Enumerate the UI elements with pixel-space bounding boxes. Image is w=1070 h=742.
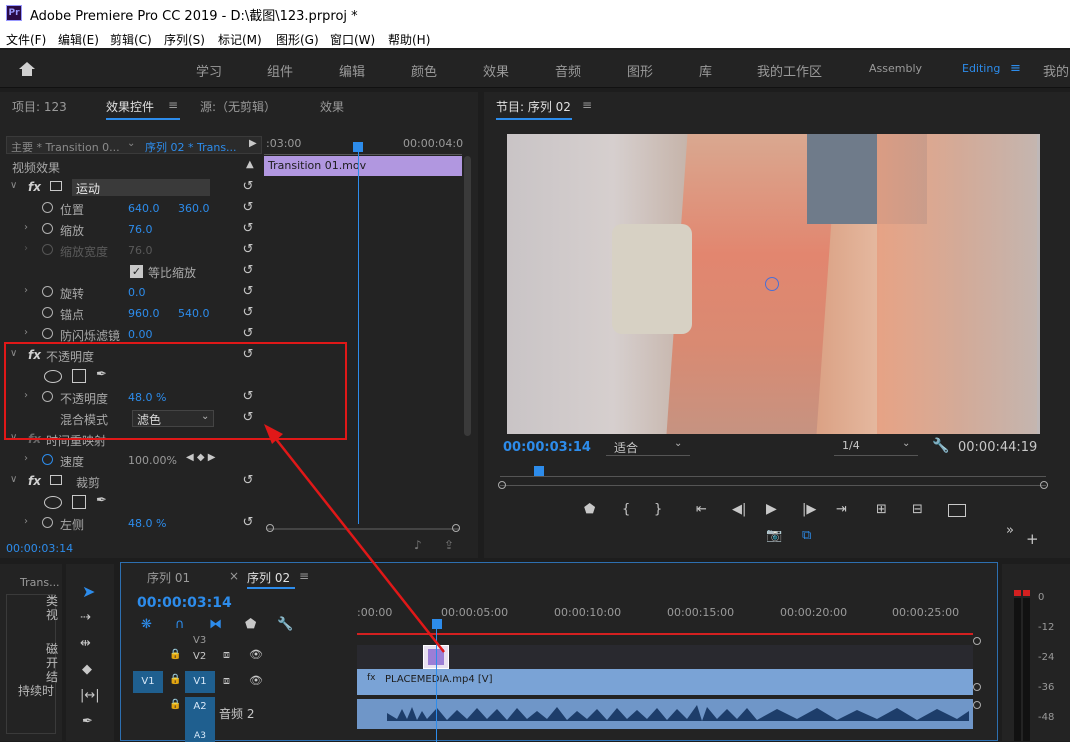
annotation-arrow [264,424,445,653]
